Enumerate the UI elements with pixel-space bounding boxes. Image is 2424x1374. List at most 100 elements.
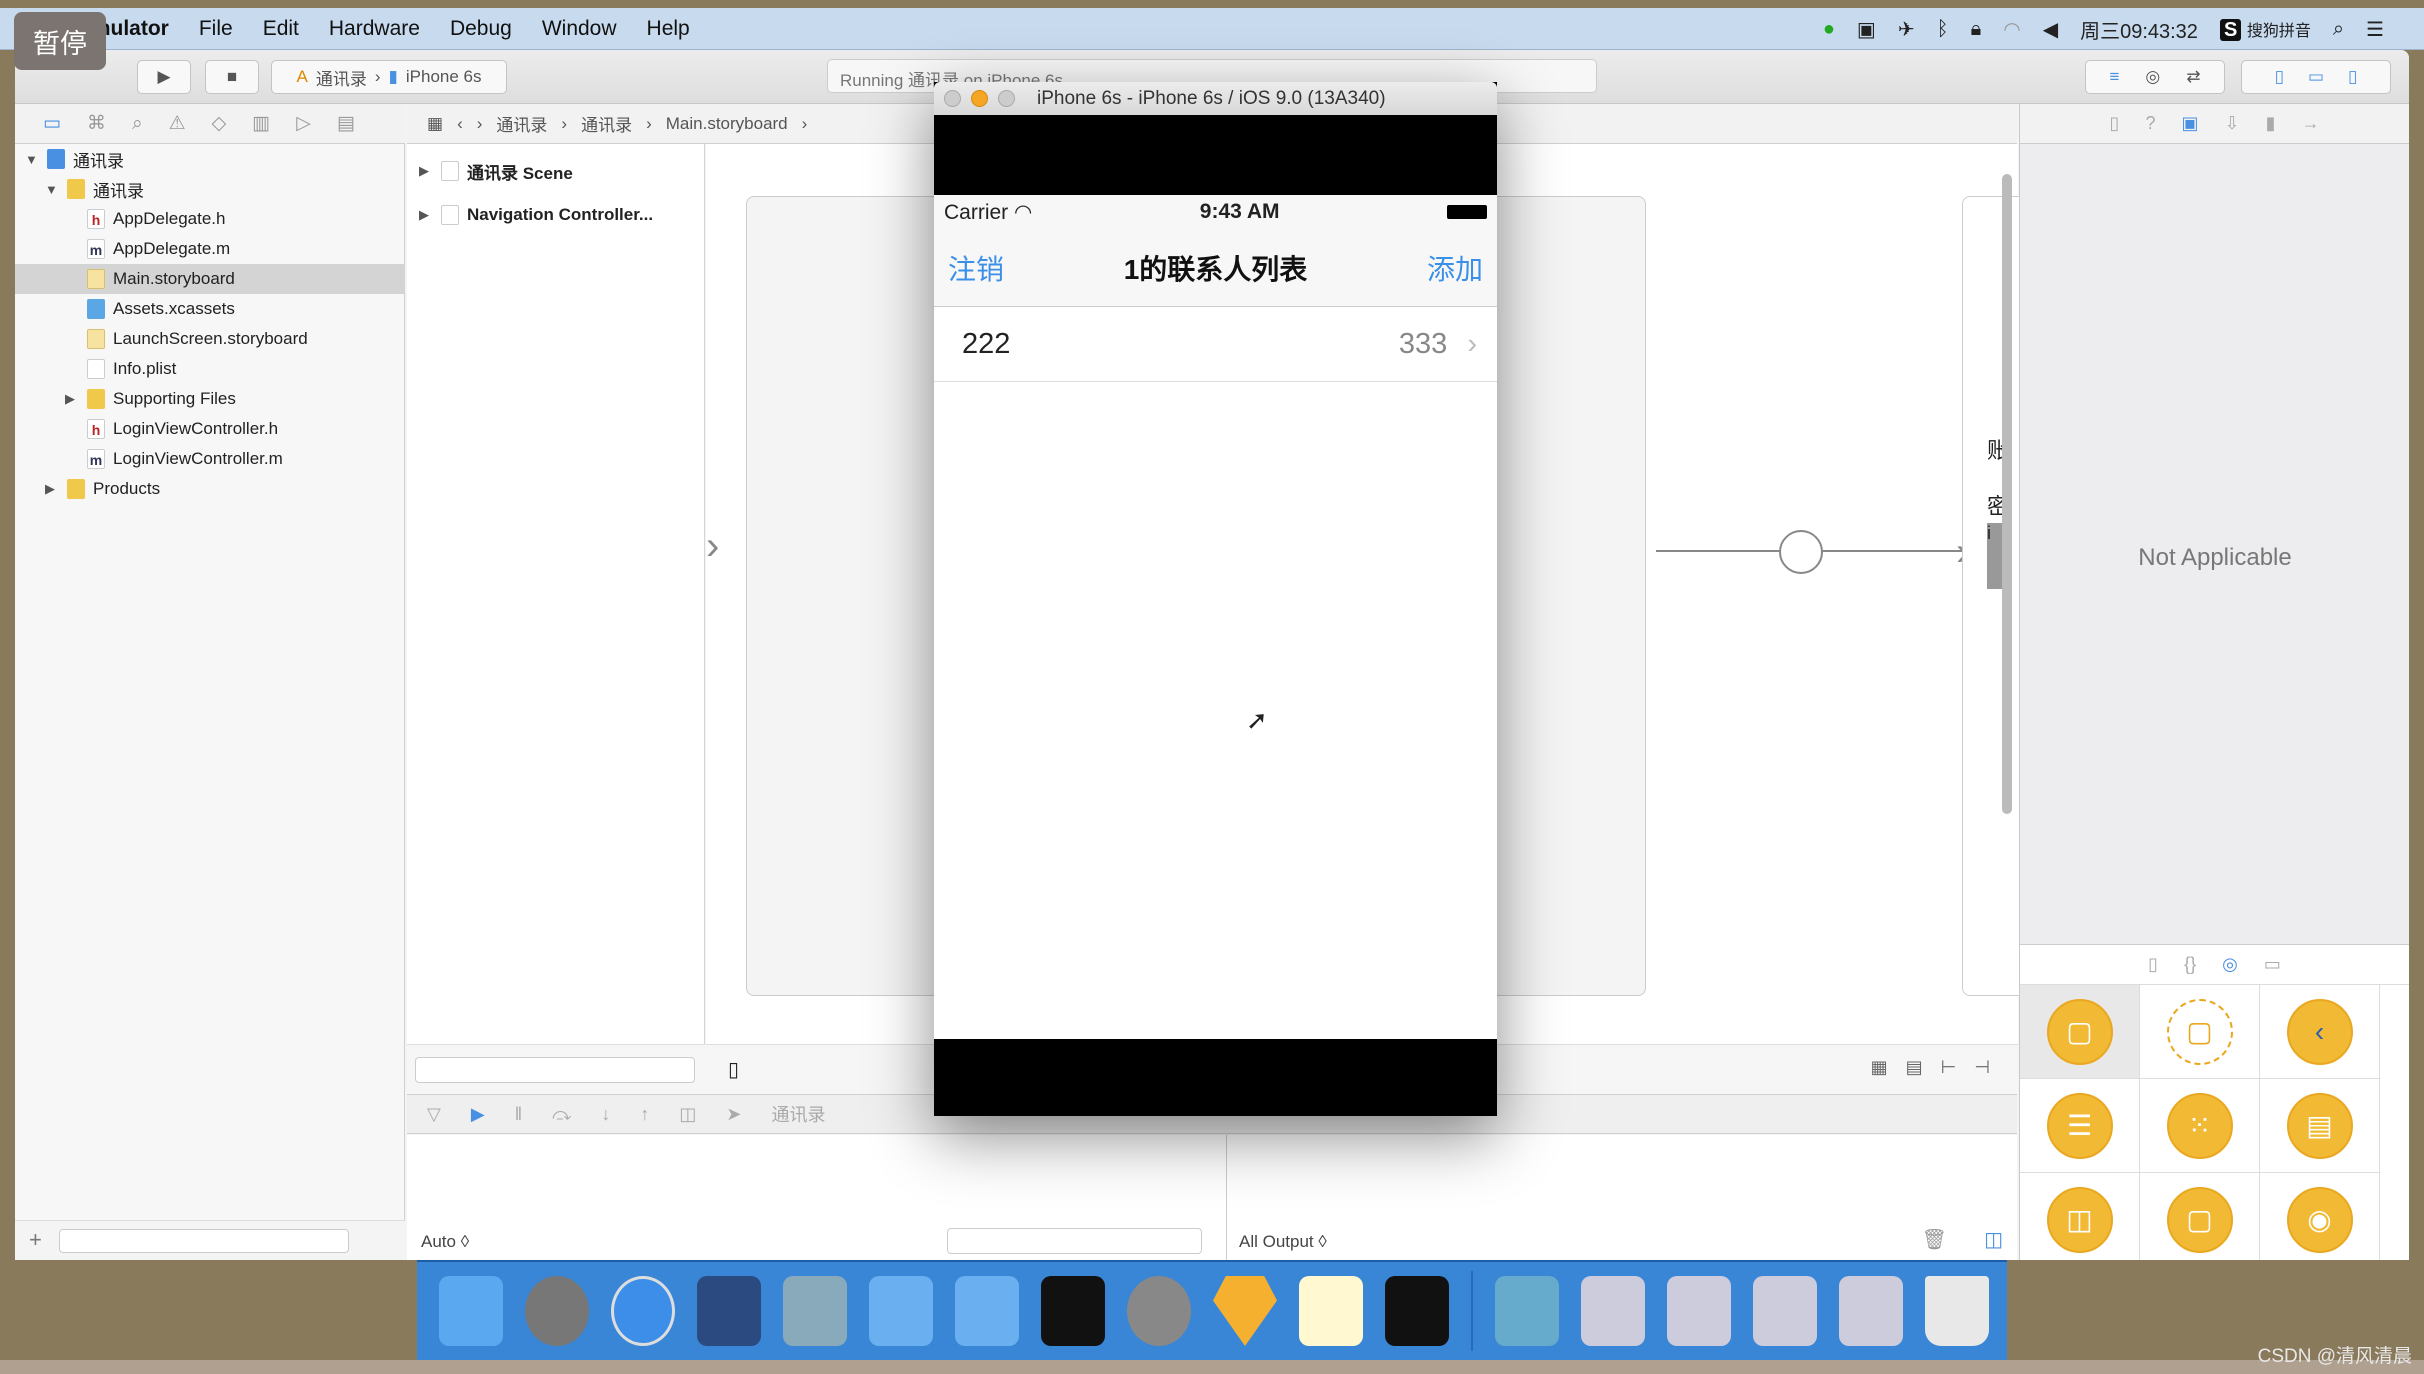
jump-item[interactable]: Main.storyboard xyxy=(666,114,788,134)
media-library-icon[interactable]: ▭ xyxy=(2264,954,2281,975)
outline-filter-input[interactable] xyxy=(415,1057,695,1083)
menu-edit[interactable]: Edit xyxy=(263,17,299,41)
dock-notes-icon[interactable] xyxy=(1299,1276,1363,1346)
segue-icon[interactable] xyxy=(1779,530,1823,574)
nav-item-project[interactable]: ▼ 通讯录 xyxy=(25,144,124,174)
breakpoint-navigator-icon[interactable]: ▷ xyxy=(296,112,311,135)
menu-hardware[interactable]: Hardware xyxy=(329,17,420,41)
dock-media-player-icon[interactable] xyxy=(1495,1276,1559,1346)
find-navigator-icon[interactable]: ⌕ xyxy=(132,113,143,135)
toggle-utilities-icon[interactable]: ▯ xyxy=(2348,67,2357,87)
nav-item-file[interactable]: m AppDelegate.m xyxy=(87,234,230,264)
file-inspector-icon[interactable]: ▯ xyxy=(2110,113,2120,134)
volume-icon[interactable]: ◀ xyxy=(2043,17,2058,42)
hide-debug-icon[interactable]: ▽ xyxy=(427,1104,441,1125)
symbol-navigator-icon[interactable]: ⌘ xyxy=(87,112,106,135)
nav-item-group[interactable]: ▼ 通讯录 xyxy=(45,174,144,204)
dock-window-thumbnail[interactable] xyxy=(1753,1276,1817,1346)
step-over-icon[interactable]: ⤼ xyxy=(552,1104,571,1125)
close-button[interactable] xyxy=(944,90,961,107)
disclosure-closed-icon[interactable]: ▶ xyxy=(45,481,59,497)
file-template-icon[interactable]: ▯ xyxy=(2148,954,2158,975)
navigator-filter-input[interactable] xyxy=(59,1229,349,1253)
nav-item-file[interactable]: LaunchScreen.storyboard xyxy=(87,324,308,354)
help-inspector-icon[interactable]: ? xyxy=(2145,113,2155,134)
disclosure-open-icon[interactable]: ▼ xyxy=(25,152,39,167)
variables-mode-select[interactable]: Auto ◊ xyxy=(421,1232,469,1252)
nav-item-group[interactable]: ▶ Supporting Files xyxy=(65,384,236,414)
dock-mouse-app-icon[interactable] xyxy=(697,1276,761,1346)
disclosure-closed-icon[interactable]: ▶ xyxy=(419,207,433,223)
library-view-controller[interactable]: ▢ xyxy=(2020,985,2140,1079)
nav-item-file[interactable]: h AppDelegate.h xyxy=(87,204,225,234)
debug-navigator-icon[interactable]: ▥ xyxy=(252,112,270,135)
lock-icon[interactable]: 🔒︎ xyxy=(1971,18,1982,41)
contact-row[interactable]: 222 333 › xyxy=(934,307,1497,382)
spotlight-icon[interactable]: ⌕ xyxy=(2333,18,2344,41)
canvas-scrollbar[interactable] xyxy=(2002,174,2012,814)
notification-center-icon[interactable]: ☰ xyxy=(2366,17,2384,42)
run-button[interactable]: ▶ xyxy=(137,60,191,94)
dock-terminal-icon[interactable] xyxy=(1041,1276,1105,1346)
trash-icon[interactable]: 🗑︎ xyxy=(1922,1227,1947,1252)
test-navigator-icon[interactable]: ◇ xyxy=(212,112,227,135)
pause-overlay[interactable]: 暂停 xyxy=(14,12,106,70)
dock-system-preferences-icon[interactable] xyxy=(1127,1276,1191,1346)
nav-item-file[interactable]: m LoginViewController.m xyxy=(87,444,283,474)
dock-window-thumbnail[interactable] xyxy=(1839,1276,1903,1346)
version-editor-icon[interactable]: ⇄ xyxy=(2186,67,2200,87)
dock-window-thumbnail[interactable] xyxy=(1581,1276,1645,1346)
library-table-view-controller[interactable]: ☰ xyxy=(2020,1079,2140,1173)
breakpoints-toggle-icon[interactable]: ▶ xyxy=(471,1104,485,1125)
report-navigator-icon[interactable]: ▤ xyxy=(337,112,355,135)
wifi-icon[interactable]: ◠ xyxy=(2003,17,2020,42)
identity-inspector-icon[interactable]: ▣ xyxy=(2181,113,2198,134)
dock-simulator-icon[interactable] xyxy=(955,1276,1019,1346)
input-method[interactable]: S 搜狗拼音 xyxy=(2219,17,2311,42)
related-items-icon[interactable]: ▦ xyxy=(427,114,443,134)
step-in-icon[interactable]: ↓ xyxy=(601,1104,610,1125)
clock[interactable]: 周三09:43:32 xyxy=(2080,15,2198,44)
toggle-navigator-icon[interactable]: ▯ xyxy=(2275,67,2284,87)
console-output-select[interactable]: All Output ◊ xyxy=(1239,1232,1327,1252)
dock-trash-icon[interactable] xyxy=(1925,1276,1989,1346)
library-glkit-view-controller[interactable]: ◉ xyxy=(2260,1173,2380,1260)
assistant-editor-icon[interactable]: ◎ xyxy=(2145,67,2160,87)
scheme-selector[interactable]: A 通讯录 › ▮ iPhone 6s xyxy=(271,60,507,94)
logout-button[interactable]: 注销 xyxy=(948,248,1004,288)
add-icon[interactable]: + xyxy=(29,1227,42,1253)
autolayout-buttons[interactable]: ▦▤⊢⊣ xyxy=(1871,1057,2008,1078)
object-library-icon[interactable]: ◎ xyxy=(2222,954,2238,975)
zoom-button[interactable] xyxy=(998,90,1015,107)
issue-navigator-icon[interactable]: ⚠ xyxy=(169,112,186,135)
dock-imovie-icon[interactable] xyxy=(783,1276,847,1346)
bluetooth-icon[interactable]: ᛒ xyxy=(1937,18,1949,41)
airplane-icon[interactable]: ✈ xyxy=(1898,17,1915,42)
menu-file[interactable]: File xyxy=(199,17,233,41)
disclosure-closed-icon[interactable]: ▶ xyxy=(65,391,79,407)
add-contact-button[interactable]: 添加 xyxy=(1427,248,1483,288)
nav-item-file[interactable]: Info.plist xyxy=(87,354,176,384)
minimize-button[interactable] xyxy=(971,90,988,107)
code-snippet-icon[interactable]: {} xyxy=(2184,954,2196,975)
dock-safari-icon[interactable] xyxy=(611,1276,675,1346)
standard-editor-icon[interactable]: ≡ xyxy=(2109,67,2119,87)
pause-icon[interactable]: ‖ xyxy=(515,1104,522,1125)
toggle-outline-icon[interactable]: ▯ xyxy=(728,1057,739,1082)
connections-inspector-icon[interactable]: → xyxy=(2301,113,2319,134)
nav-item-file[interactable]: Assets.xcassets xyxy=(87,294,235,324)
view-debug-icon[interactable]: ◫ xyxy=(679,1104,696,1125)
stop-button[interactable]: ■ xyxy=(205,60,259,94)
library-tab-bar-controller[interactable]: ▤ xyxy=(2260,1079,2380,1173)
jump-item[interactable]: 通讯录 xyxy=(581,111,632,136)
library-collection-view-controller[interactable]: ⁙ xyxy=(2140,1079,2260,1173)
dock-window-thumbnail[interactable] xyxy=(1667,1276,1731,1346)
forward-icon[interactable]: › xyxy=(477,114,483,134)
jump-item[interactable]: 通讯录 xyxy=(496,111,547,136)
dock-sketch-icon[interactable] xyxy=(1213,1276,1277,1346)
library-storyboard-reference[interactable]: ▢ xyxy=(2140,985,2260,1079)
camera-icon[interactable]: ▣ xyxy=(1857,17,1876,42)
step-out-icon[interactable]: ↑ xyxy=(640,1104,649,1125)
back-icon[interactable]: ‹ xyxy=(457,114,463,134)
menu-window[interactable]: Window xyxy=(542,17,617,41)
